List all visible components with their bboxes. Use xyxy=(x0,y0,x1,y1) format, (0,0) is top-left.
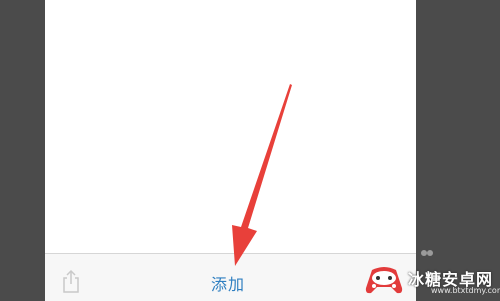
content-area xyxy=(45,0,416,253)
share-icon xyxy=(63,269,79,293)
phone-screen: 添加 xyxy=(45,0,416,301)
dots-decoration xyxy=(421,250,433,256)
watermark-url: www.btxtdmy.com xyxy=(431,286,500,295)
add-button[interactable]: 添加 xyxy=(211,271,245,295)
left-dark-margin xyxy=(0,0,45,301)
bottom-toolbar: 添加 xyxy=(45,253,416,301)
watermark-logo-icon xyxy=(365,267,403,294)
share-button[interactable] xyxy=(59,268,83,294)
